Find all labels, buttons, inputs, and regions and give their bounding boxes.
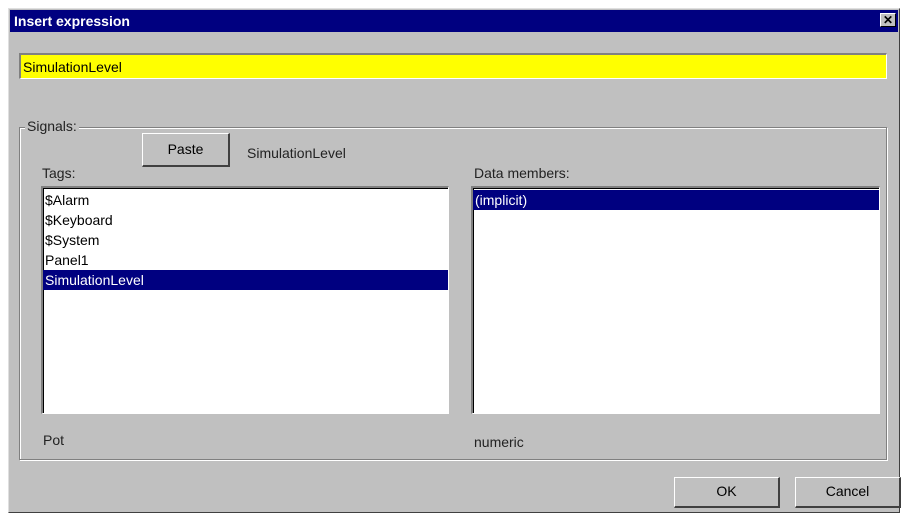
paste-button[interactable]: Paste — [142, 133, 230, 167]
paste-preview: SimulationLevel — [247, 145, 346, 161]
tags-listbox[interactable]: $Alarm $Keyboard $System Panel1 SimulationLe… — [41, 186, 449, 414]
data-members-list: (implicit) — [473, 188, 879, 210]
tag-list-item[interactable]: $System — [43, 230, 448, 250]
tag-list-item[interactable]: $Keyboard — [43, 210, 448, 230]
tags-list: $Alarm $Keyboard $System Panel1 SimulationLe… — [43, 188, 448, 290]
insert-expression-dialog: Insert expression ✕ SimulationLevel Sign… — [8, 8, 901, 513]
tag-type-label: Pot — [43, 432, 65, 448]
data-members-listbox[interactable]: (implicit) — [471, 186, 880, 414]
title-bar[interactable]: Insert expression ✕ — [10, 10, 898, 32]
expression-input[interactable]: SimulationLevel — [19, 53, 887, 79]
data-members-label: Data members: — [474, 165, 570, 181]
close-button[interactable]: ✕ — [880, 13, 896, 27]
tag-list-item[interactable]: $Alarm — [43, 190, 448, 210]
close-icon: ✕ — [882, 13, 894, 27]
ok-button[interactable]: OK — [674, 477, 780, 508]
member-type-label: numeric — [474, 434, 524, 450]
cancel-button[interactable]: Cancel — [795, 477, 901, 508]
signals-group-label: Signals: — [25, 118, 79, 134]
tags-label: Tags: — [42, 165, 76, 181]
dialog-title: Insert expression — [14, 13, 130, 29]
data-member-list-item[interactable]: (implicit) — [473, 190, 879, 210]
tag-list-item[interactable]: Panel1 — [43, 250, 448, 270]
tag-list-item[interactable]: SimulationLevel — [43, 270, 448, 290]
